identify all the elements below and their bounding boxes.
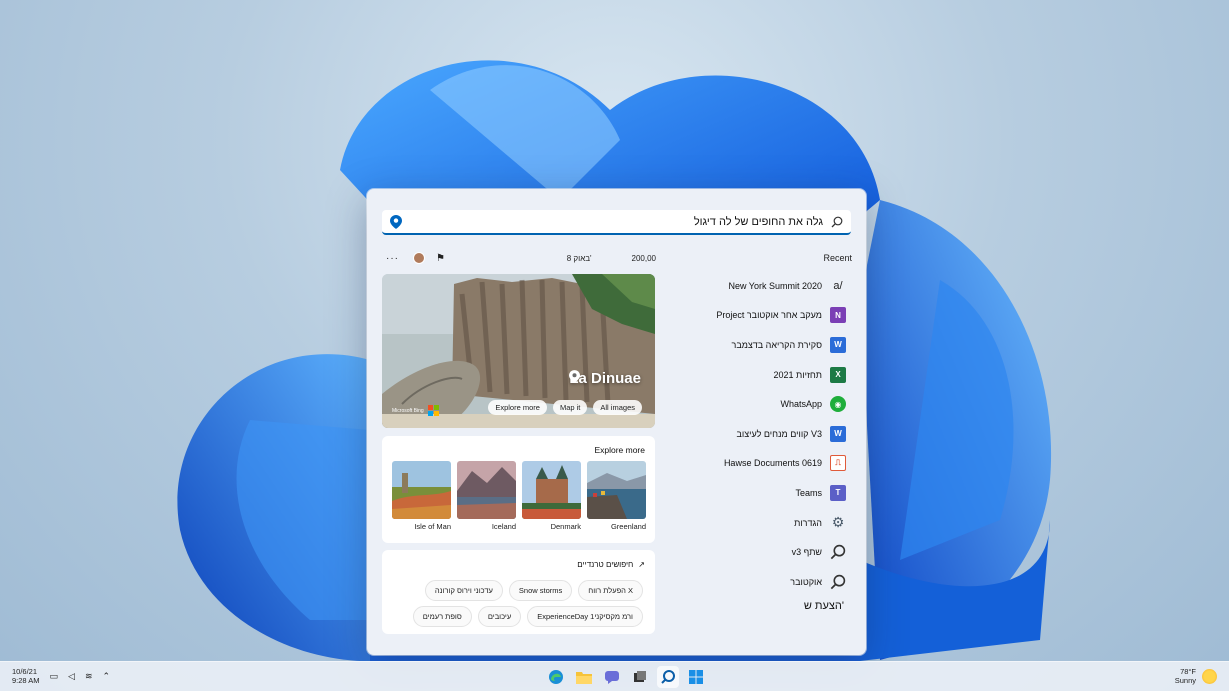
- pdf-icon: ⎍: [830, 455, 846, 472]
- location-pin-icon: [390, 214, 402, 229]
- word-icon: W: [830, 425, 846, 442]
- recent-item[interactable]: New York Summit 2020 a/: [666, 271, 846, 301]
- recent-list: New York Summit 2020 a/ Project מעקב אחר…: [666, 271, 846, 597]
- taskbar: 10/6/21 9:28 AM ▭ ◁ ≋ ⌃ 78°F Sunny: [0, 661, 1229, 691]
- search-box[interactable]: גלה את החופים של לה דיגול: [382, 210, 851, 235]
- wifi-icon[interactable]: ≋: [85, 671, 93, 682]
- recent-item[interactable]: Project מעקב אחר אוקטובר N: [666, 301, 846, 331]
- taskbar-apps: [545, 666, 707, 688]
- weather-text: Sunny: [1174, 676, 1196, 685]
- trending-chip[interactable]: עדכוני וירוס קורונה: [424, 580, 503, 601]
- word-icon: W: [830, 336, 846, 353]
- recent-item[interactable]: סקירת הקריאה בדצמבר W: [666, 330, 846, 360]
- word-document-icon: a/: [833, 279, 843, 292]
- map-it-button[interactable]: Map it: [552, 400, 588, 415]
- location-pin-icon: [569, 370, 581, 383]
- hero-title: La Dinuae: [569, 370, 641, 387]
- avatar[interactable]: [413, 252, 425, 264]
- sun-icon: [1202, 668, 1217, 684]
- points-stat: 200,00: [631, 253, 656, 263]
- greenland-image: [587, 461, 646, 519]
- search-icon: [831, 216, 843, 227]
- recent-item[interactable]: 2021 תחזיות X: [666, 360, 846, 390]
- recent-item[interactable]: Teams T: [666, 478, 846, 508]
- trending-chip[interactable]: עיכובים: [477, 606, 522, 627]
- trending-chip[interactable]: Snow storms: [508, 580, 573, 601]
- onenote-icon: N: [830, 307, 846, 324]
- suggestions-heading: הצעת ש': [803, 600, 844, 612]
- tile-iceland[interactable]: Iceland: [457, 461, 516, 531]
- edge-icon[interactable]: [545, 666, 567, 688]
- recent-item[interactable]: v3 שתף: [666, 537, 846, 567]
- info-row: ··· ⚑ 8 באוק' 200,00: [382, 251, 656, 265]
- hero-actions: Explore more Map it All images: [488, 400, 642, 415]
- trending-chip[interactable]: סופת רעמים: [412, 606, 472, 627]
- battery-icon[interactable]: ▭: [50, 671, 59, 682]
- recent-item[interactable]: WhatsApp ◉: [666, 389, 846, 419]
- explore-more-button[interactable]: Explore more: [488, 400, 547, 415]
- recent-item[interactable]: Hawse Documents 0619 ⎍: [666, 449, 846, 479]
- explore-more-card: Explore more Isle of Man Iceland Denmark…: [382, 436, 655, 543]
- weather-temp: 78°F: [1180, 667, 1196, 676]
- more-options-button[interactable]: ···: [386, 253, 399, 264]
- trending-searches-card: חיפושים טרנדיים ↗ הפעלת רווח X Snow stor…: [382, 550, 655, 634]
- weather-widget[interactable]: 78°F Sunny: [1175, 667, 1217, 685]
- explore-more-heading: Explore more: [594, 445, 645, 455]
- recent-item[interactable]: קווים מנחים לעיצוב V3 W: [666, 419, 846, 449]
- trending-row-2: ExperienceDay 1ורמ מקסיקני עיכובים סופת …: [412, 606, 643, 627]
- trending-row-1: הפעלת רווח X Snow storms עדכוני וירוס קו…: [424, 580, 643, 601]
- all-images-button[interactable]: All images: [593, 400, 642, 415]
- tile-greenland[interactable]: Greenland: [587, 461, 646, 531]
- trending-chip[interactable]: ExperienceDay 1ורמ מקסיקני: [527, 606, 643, 627]
- recent-item[interactable]: אוקטובר: [666, 567, 846, 597]
- microsoft-logo-icon: [427, 405, 439, 416]
- search-icon: [830, 574, 846, 590]
- recent-item[interactable]: הגדרות ⚙: [666, 508, 846, 538]
- file-explorer-icon[interactable]: [573, 666, 595, 688]
- rewards-icon[interactable]: ⚑: [436, 253, 445, 264]
- trending-chip[interactable]: הפעלת רווח X: [578, 580, 643, 601]
- trending-arrow-icon: ↗: [638, 560, 645, 569]
- search-panel: גלה את החופים של לה דיגול ··· ⚑ 8 באוק' …: [367, 189, 866, 655]
- denmark-image: [522, 461, 581, 519]
- teams-icon: T: [830, 484, 846, 501]
- iceland-image: [457, 461, 516, 519]
- isle-of-man-image: [392, 461, 451, 519]
- hero-card[interactable]: La Dinuae Explore more Map it All images…: [382, 274, 655, 428]
- trending-heading: חיפושים טרנדיים ↗: [577, 560, 645, 569]
- excel-icon: X: [830, 366, 846, 383]
- recent-heading: Recent: [823, 253, 852, 263]
- task-view-icon[interactable]: [629, 666, 651, 688]
- bing-logo: Microsoft Bing: [392, 405, 439, 416]
- date-stat: 8 באוק': [566, 253, 592, 263]
- chat-icon[interactable]: [601, 666, 623, 688]
- whatsapp-icon: ◉: [830, 396, 846, 413]
- system-tray: 10/6/21 9:28 AM ▭ ◁ ≋ ⌃: [12, 667, 110, 685]
- start-windows-icon[interactable]: [685, 666, 707, 688]
- volume-icon[interactable]: ◁: [68, 671, 75, 682]
- search-input[interactable]: גלה את החופים של לה דיגול: [402, 216, 831, 228]
- search-icon: [830, 544, 846, 560]
- settings-gear-icon: ⚙: [831, 514, 845, 531]
- search-icon[interactable]: [657, 666, 679, 688]
- tile-isle-of-man[interactable]: Isle of Man: [392, 461, 451, 531]
- chevron-up-icon[interactable]: ⌃: [103, 671, 111, 682]
- clock[interactable]: 10/6/21 9:28 AM: [12, 667, 40, 685]
- tile-denmark[interactable]: Denmark: [522, 461, 581, 531]
